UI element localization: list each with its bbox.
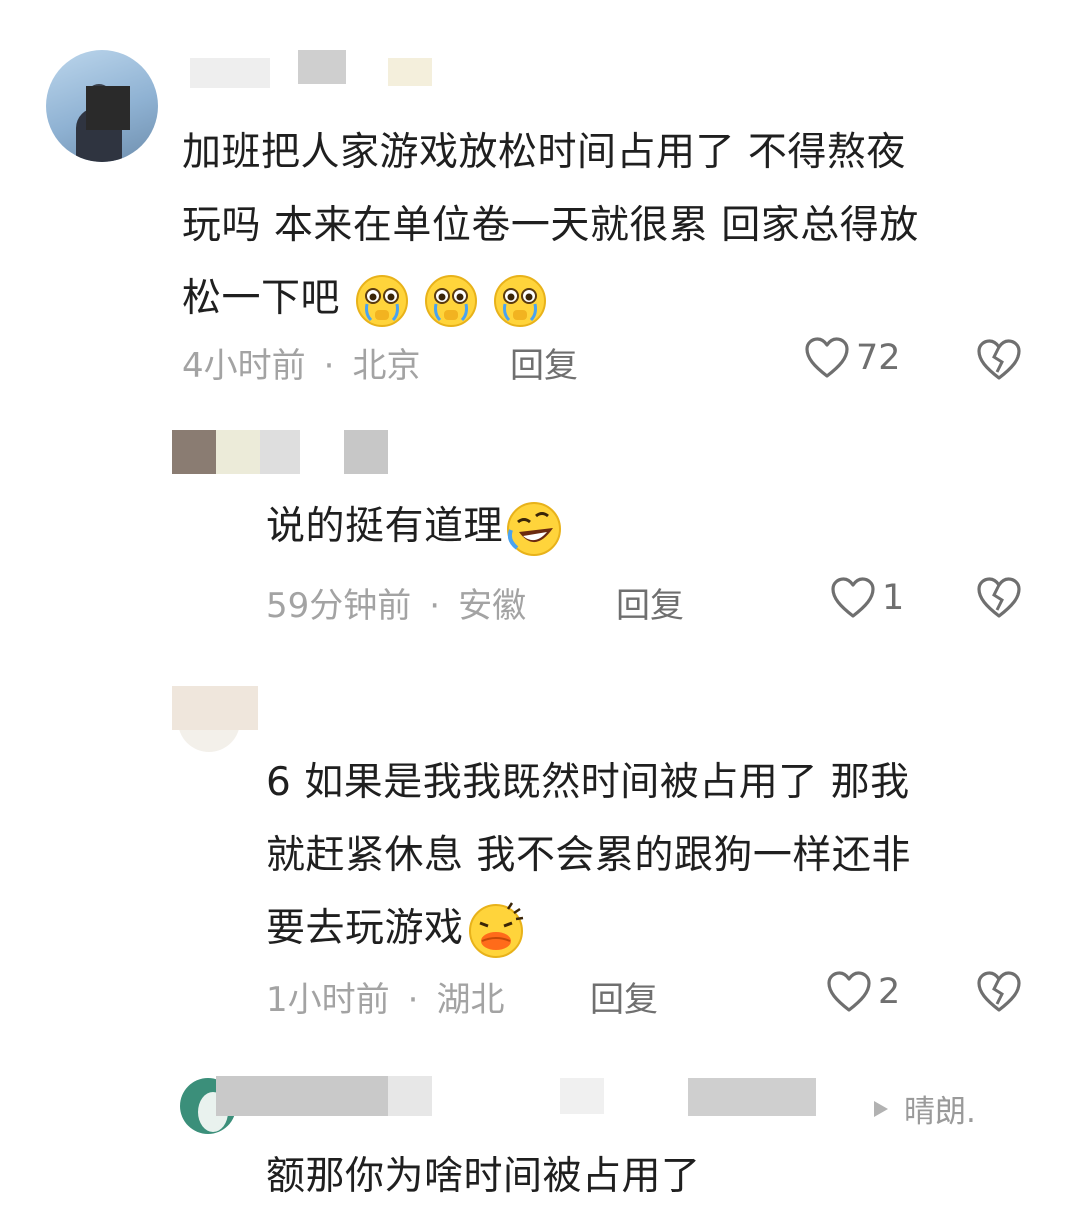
location: 安徽 — [458, 586, 527, 626]
comment-text: 6 如果是我我既然时间被占用了 那我 就赶紧休息 我不会累的跟狗一样还非 要去玩… — [266, 746, 1026, 965]
like-button[interactable]: 2 — [826, 970, 900, 1014]
username-redacted — [388, 1076, 432, 1116]
reply-to-indicator[interactable]: 晴朗. — [872, 1086, 976, 1131]
comment-meta: 1小时前 · 湖北 — [266, 972, 504, 1021]
comment-meta: 4小时前 · 北京 — [182, 338, 420, 387]
pleading-crying-emoji — [493, 274, 546, 327]
pleading-crying-emoji — [355, 274, 408, 327]
username-redacted[interactable] — [172, 430, 216, 474]
timestamp: 4小时前 — [182, 346, 306, 386]
separator: · — [429, 586, 441, 626]
play-triangle-icon — [874, 1100, 888, 1117]
username-redacted — [172, 686, 258, 730]
username-redacted — [216, 1076, 388, 1116]
username-redacted — [344, 430, 388, 474]
location: 北京 — [352, 346, 421, 386]
separator: · — [323, 346, 335, 386]
username-redacted — [388, 58, 432, 86]
reply-button[interactable]: 回复 — [510, 338, 578, 387]
username-redacted — [688, 1078, 816, 1116]
comment-meta: 59分钟前 · 安徽 — [266, 578, 526, 627]
dislike-broken-heart-icon[interactable] — [976, 970, 1022, 1014]
username-redacted — [298, 50, 346, 84]
dislike-broken-heart-icon[interactable] — [976, 576, 1022, 620]
pleading-crying-emoji — [424, 274, 477, 327]
like-count: 1 — [882, 578, 905, 618]
timestamp: 59分钟前 — [266, 586, 412, 626]
comment-text: 加班把人家游戏放松时间占用了 不得熬夜 玩吗 本来在单位卷一天就很累 回家总得放… — [182, 116, 1042, 335]
reply-to-username: 晴朗. — [904, 1094, 976, 1130]
comment-line: 松一下吧 — [182, 276, 341, 321]
heart-icon — [827, 971, 871, 1012]
separator: · — [407, 980, 419, 1020]
username-redacted — [190, 58, 270, 88]
comment-line: 就赶紧休息 我不会累的跟狗一样还非 — [266, 833, 911, 878]
like-count: 72 — [856, 338, 901, 378]
heart-icon — [831, 577, 875, 618]
username-redacted[interactable] — [86, 86, 130, 130]
username-redacted — [260, 430, 300, 474]
comment-line: 加班把人家游戏放松时间占用了 不得熬夜 — [182, 130, 906, 175]
duck-lips-emoji — [468, 901, 523, 958]
comment-text: 额那你为啥时间被占用了 — [266, 1140, 966, 1213]
reply-button[interactable]: 回复 — [616, 578, 684, 627]
comment-text: 说的挺有道理 — [266, 490, 966, 563]
like-count: 2 — [878, 972, 901, 1012]
like-button[interactable]: 1 — [830, 576, 904, 620]
location: 湖北 — [436, 980, 505, 1020]
pleading-crying-emoji-group — [340, 274, 547, 327]
comment-line: 额那你为啥时间被占用了 — [266, 1154, 701, 1199]
username-redacted — [560, 1078, 604, 1114]
comment-line: 6 如果是我我既然时间被占用了 那我 — [266, 760, 910, 805]
heart-icon — [805, 337, 849, 378]
timestamp: 1小时前 — [266, 980, 390, 1020]
reply-button[interactable]: 回复 — [590, 972, 658, 1021]
username-redacted — [216, 430, 260, 474]
rolling-laughing-emoji — [507, 501, 562, 556]
like-button[interactable]: 72 — [804, 336, 901, 380]
dislike-broken-heart-icon[interactable] — [976, 338, 1022, 382]
comment-line: 要去玩游戏 — [266, 906, 464, 951]
comment-line: 玩吗 本来在单位卷一天就很累 回家总得放 — [182, 203, 919, 248]
comment-line: 说的挺有道理 — [266, 504, 504, 549]
